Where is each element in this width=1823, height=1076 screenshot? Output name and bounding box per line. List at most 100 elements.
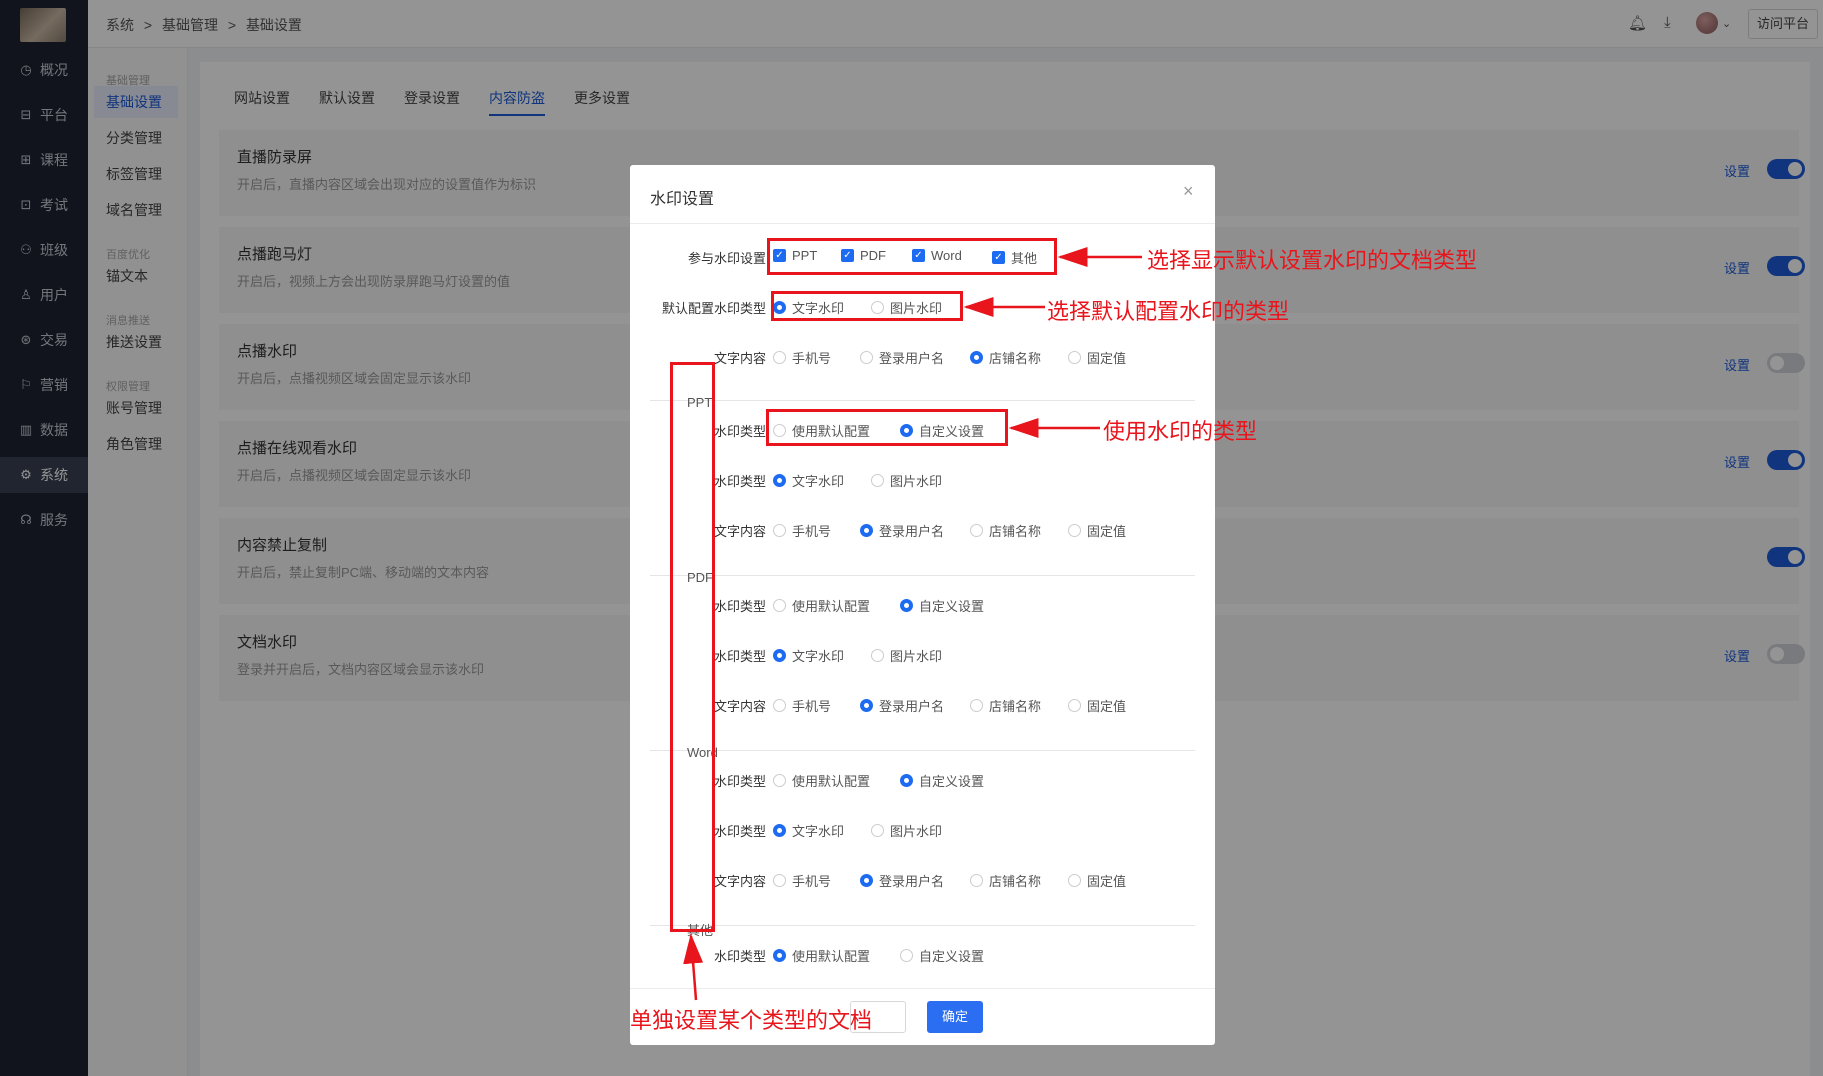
radio-icon[interactable] <box>871 474 884 487</box>
annotation-single-doc: 单独设置某个类型的文档 <box>630 1009 873 1034</box>
option-label: 手机号 <box>792 524 832 539</box>
section-divider <box>650 575 1195 576</box>
radio-icon[interactable] <box>1068 874 1081 887</box>
radio-option[interactable]: 店铺名称 <box>970 696 1041 715</box>
radio-icon[interactable] <box>773 351 786 364</box>
radio-icon[interactable] <box>773 874 786 887</box>
option-label: 图片水印 <box>890 474 943 489</box>
radio-icon[interactable] <box>970 351 983 364</box>
radio-option[interactable]: 图片水印 <box>871 646 942 665</box>
form-label: 文字内容 <box>713 699 766 714</box>
radio-option[interactable]: 手机号 <box>773 521 831 540</box>
radio-icon[interactable] <box>860 524 873 537</box>
radio-icon[interactable] <box>1068 351 1081 364</box>
option-label: 固定值 <box>1087 351 1127 366</box>
radio-icon[interactable] <box>900 949 913 962</box>
radio-icon[interactable] <box>970 874 983 887</box>
confirm-button[interactable]: 确定 <box>927 1001 983 1033</box>
radio-option[interactable]: 使用默认配置 <box>773 771 870 790</box>
radio-option[interactable]: 文字水印 <box>773 646 844 665</box>
option-label: 店铺名称 <box>989 699 1042 714</box>
radio-icon[interactable] <box>871 649 884 662</box>
option-label: 图片水印 <box>890 824 943 839</box>
radio-option[interactable]: 自定义设置 <box>900 771 984 790</box>
option-label: 店铺名称 <box>989 524 1042 539</box>
radio-option[interactable]: 手机号 <box>773 348 831 367</box>
radio-option[interactable]: 固定值 <box>1068 348 1126 367</box>
radio-icon[interactable] <box>900 774 913 787</box>
section-divider <box>650 925 1195 926</box>
radio-icon[interactable] <box>773 599 786 612</box>
form-label: 文字内容 <box>713 874 766 889</box>
option-label: 登录用户名 <box>879 874 945 889</box>
form-label: 水印类型 <box>713 599 766 614</box>
radio-icon[interactable] <box>970 524 983 537</box>
radio-option[interactable]: 使用默认配置 <box>773 946 870 965</box>
form-label: 水印类型 <box>713 649 766 664</box>
form-label: 水印类型 <box>713 424 766 439</box>
radio-option[interactable]: 固定值 <box>1068 871 1126 890</box>
radio-option[interactable]: 登录用户名 <box>860 348 944 367</box>
radio-option[interactable]: 使用默认配置 <box>773 596 870 615</box>
form-row: 文字内容 手机号 登录用户名 店铺名称 固定值 <box>630 518 1215 540</box>
radio-option[interactable]: 自定义设置 <box>900 946 984 965</box>
radio-icon[interactable] <box>900 599 913 612</box>
radio-option[interactable]: 登录用户名 <box>860 696 944 715</box>
radio-icon[interactable] <box>1068 699 1081 712</box>
option-label: 登录用户名 <box>879 524 945 539</box>
radio-icon[interactable] <box>773 699 786 712</box>
form-row: 文字内容 手机号 登录用户名 店铺名称 固定值 <box>630 345 1215 367</box>
close-icon[interactable]: × <box>1183 181 1194 202</box>
form-label: 文字内容 <box>713 524 766 539</box>
option-label: 图片水印 <box>890 649 943 664</box>
option-label: 使用默认配置 <box>792 599 871 614</box>
radio-icon[interactable] <box>773 774 786 787</box>
radio-option[interactable]: 固定值 <box>1068 521 1126 540</box>
annotation-box <box>767 238 1057 275</box>
form-row: 水印类型 使用默认配置 自定义设置 <box>630 768 1215 790</box>
option-label: 店铺名称 <box>989 351 1042 366</box>
option-label: 手机号 <box>792 699 832 714</box>
radio-icon[interactable] <box>773 524 786 537</box>
radio-icon[interactable] <box>773 824 786 837</box>
radio-icon[interactable] <box>860 351 873 364</box>
radio-option[interactable]: 文字水印 <box>773 821 844 840</box>
form-label: 默认配置水印类型 <box>661 301 766 316</box>
radio-option[interactable]: 登录用户名 <box>860 521 944 540</box>
annotation-default-type: 选择默认配置水印的类型 <box>1047 300 1290 325</box>
option-label: 固定值 <box>1087 874 1127 889</box>
radio-icon[interactable] <box>1068 524 1081 537</box>
radio-icon[interactable] <box>860 874 873 887</box>
radio-option[interactable]: 文字水印 <box>773 471 844 490</box>
radio-option[interactable]: 图片水印 <box>871 471 942 490</box>
radio-option[interactable]: 固定值 <box>1068 696 1126 715</box>
section-divider <box>650 750 1195 751</box>
radio-option[interactable]: 店铺名称 <box>970 521 1041 540</box>
radio-icon[interactable] <box>773 649 786 662</box>
radio-option[interactable]: 图片水印 <box>871 821 942 840</box>
radio-icon[interactable] <box>860 699 873 712</box>
radio-option[interactable]: 自定义设置 <box>900 596 984 615</box>
radio-icon[interactable] <box>773 949 786 962</box>
radio-icon[interactable] <box>970 699 983 712</box>
option-label: 自定义设置 <box>919 774 985 789</box>
option-label: 固定值 <box>1087 524 1127 539</box>
option-label: 自定义设置 <box>919 599 985 614</box>
radio-option[interactable]: 手机号 <box>773 696 831 715</box>
radio-icon[interactable] <box>871 824 884 837</box>
form-label: 水印类型 <box>713 824 766 839</box>
radio-option[interactable]: 店铺名称 <box>970 348 1041 367</box>
form-row: 水印类型 使用默认配置 自定义设置 <box>630 593 1215 615</box>
divider <box>630 988 1215 989</box>
radio-icon[interactable] <box>773 474 786 487</box>
radio-option[interactable]: 店铺名称 <box>970 871 1041 890</box>
option-label: 手机号 <box>792 351 832 366</box>
option-label: 登录用户名 <box>879 351 945 366</box>
form-row: 水印类型 使用默认配置 自定义设置 <box>630 943 1215 965</box>
annotation-doc-types: 选择显示默认设置水印的文档类型 <box>1147 249 1478 274</box>
annotation-box <box>766 409 1008 446</box>
annotation-use-type: 使用水印的类型 <box>1103 420 1258 445</box>
radio-option[interactable]: 登录用户名 <box>860 871 944 890</box>
form-row: 水印类型 文字水印 图片水印 <box>630 643 1215 665</box>
radio-option[interactable]: 手机号 <box>773 871 831 890</box>
